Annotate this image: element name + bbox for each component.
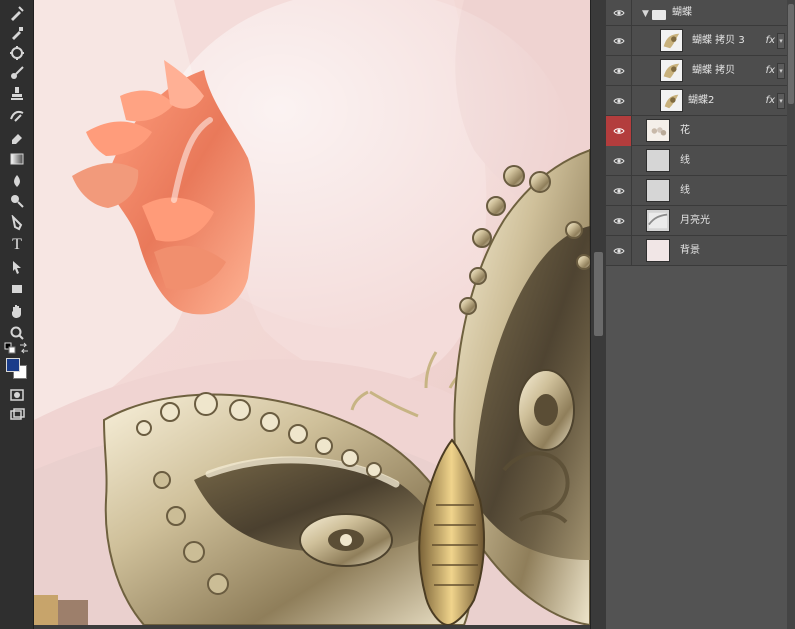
dodge-icon[interactable] <box>7 192 27 210</box>
layer-thumbnail <box>646 119 670 142</box>
layer-thumbnail <box>646 209 670 232</box>
eye-icon[interactable] <box>606 0 632 26</box>
layer-row-lines-2[interactable]: 线 <box>606 176 787 206</box>
fx-icon[interactable]: fx <box>766 86 775 116</box>
quick-mask-icon[interactable] <box>7 386 27 404</box>
layer-name: 蝴蝶 <box>672 7 692 18</box>
layers-panel-scrollbar[interactable] <box>787 0 795 629</box>
layer-row-background[interactable]: 背景 <box>606 236 787 266</box>
type-icon-glyph: T <box>12 236 22 253</box>
layer-row-group-butterfly[interactable]: ▼ 蝴蝶 <box>606 0 787 26</box>
eye-icon[interactable] <box>606 86 632 116</box>
layers-panel: ▼ 蝴蝶 蝴蝶 拷贝 3 fx ▾ 蝴蝶 拷贝 fx ▾ 蝴蝶2 fx ▾ 花 … <box>606 0 795 629</box>
pen-tool-icon[interactable] <box>7 4 27 22</box>
eye-icon[interactable] <box>606 206 632 236</box>
eye-icon[interactable] <box>606 146 632 176</box>
eraser-icon[interactable] <box>7 128 27 146</box>
path-select-icon[interactable] <box>7 258 27 276</box>
stamp-icon[interactable] <box>7 84 27 102</box>
layer-row-flower[interactable]: 花 <box>606 116 787 146</box>
layer-row-butterfly-copy-3[interactable]: 蝴蝶 拷贝 3 fx ▾ <box>606 26 787 56</box>
shape-icon[interactable] <box>7 280 27 298</box>
eye-icon[interactable] <box>606 26 632 56</box>
screen-mode-icon[interactable] <box>7 406 27 424</box>
brush-icon[interactable] <box>7 64 27 82</box>
blur-icon[interactable] <box>7 172 27 190</box>
photoshop-window: T ▼ 蝴蝶 蝴蝶 拷贝 3 fx ▾ 蝴蝶 拷贝 fx ▾ 蝴蝶2 fx ▾ … <box>0 0 795 629</box>
layer-name: 蝴蝶2 <box>688 95 715 106</box>
fx-icon[interactable]: fx <box>766 26 775 56</box>
layer-thumbnail <box>646 179 670 202</box>
foreground-color-swatch[interactable] <box>6 358 20 372</box>
layers-scrollbar-thumb[interactable] <box>788 4 794 104</box>
artwork <box>34 0 590 625</box>
layer-row-lines-1[interactable]: 线 <box>606 146 787 176</box>
layer-name: 花 <box>680 125 690 136</box>
folder-icon <box>652 10 666 20</box>
layer-thumbnail <box>660 29 683 52</box>
layer-name: 月亮光 <box>680 215 710 226</box>
expand-effects-icon[interactable]: ▾ <box>777 63 785 79</box>
hand-icon[interactable] <box>7 302 27 320</box>
layer-name: 蝴蝶 拷贝 <box>692 65 736 76</box>
scrollbar-thumb[interactable] <box>594 252 603 336</box>
history-brush-icon[interactable] <box>7 106 27 124</box>
gradient-icon[interactable] <box>7 150 27 168</box>
type-icon[interactable]: T <box>7 236 27 254</box>
layer-name: 线 <box>680 185 690 196</box>
layer-thumbnail <box>646 239 670 262</box>
document-canvas[interactable] <box>34 0 590 625</box>
layer-thumbnail <box>660 89 683 112</box>
canvas-vertical-scrollbar[interactable] <box>590 0 606 629</box>
fx-icon[interactable]: fx <box>766 56 775 86</box>
spot-heal-icon[interactable] <box>7 44 27 62</box>
tools-panel: T <box>0 0 34 629</box>
eyedropper-icon[interactable] <box>7 24 27 42</box>
layer-row-butterfly-copy[interactable]: 蝴蝶 拷贝 fx ▾ <box>606 56 787 86</box>
pen-icon[interactable] <box>7 214 27 232</box>
layer-name: 线 <box>680 155 690 166</box>
eye-icon[interactable] <box>606 116 632 146</box>
eye-icon[interactable] <box>606 56 632 86</box>
layer-thumbnail <box>646 149 670 172</box>
swap-colors-icon[interactable] <box>18 342 30 354</box>
eye-icon[interactable] <box>606 236 632 266</box>
expand-effects-icon[interactable]: ▾ <box>777 33 785 49</box>
default-colors-icon[interactable] <box>4 342 16 354</box>
group-expand-icon[interactable]: ▼ <box>642 9 649 19</box>
layer-row-moonlight[interactable]: 月亮光 <box>606 206 787 236</box>
expand-effects-icon[interactable]: ▾ <box>777 93 785 109</box>
layer-name: 蝴蝶 拷贝 3 <box>692 35 745 46</box>
layer-name: 背景 <box>680 245 700 256</box>
eye-icon[interactable] <box>606 176 632 206</box>
layer-row-butterfly-2[interactable]: 蝴蝶2 fx ▾ <box>606 86 787 116</box>
layer-thumbnail <box>660 59 683 82</box>
